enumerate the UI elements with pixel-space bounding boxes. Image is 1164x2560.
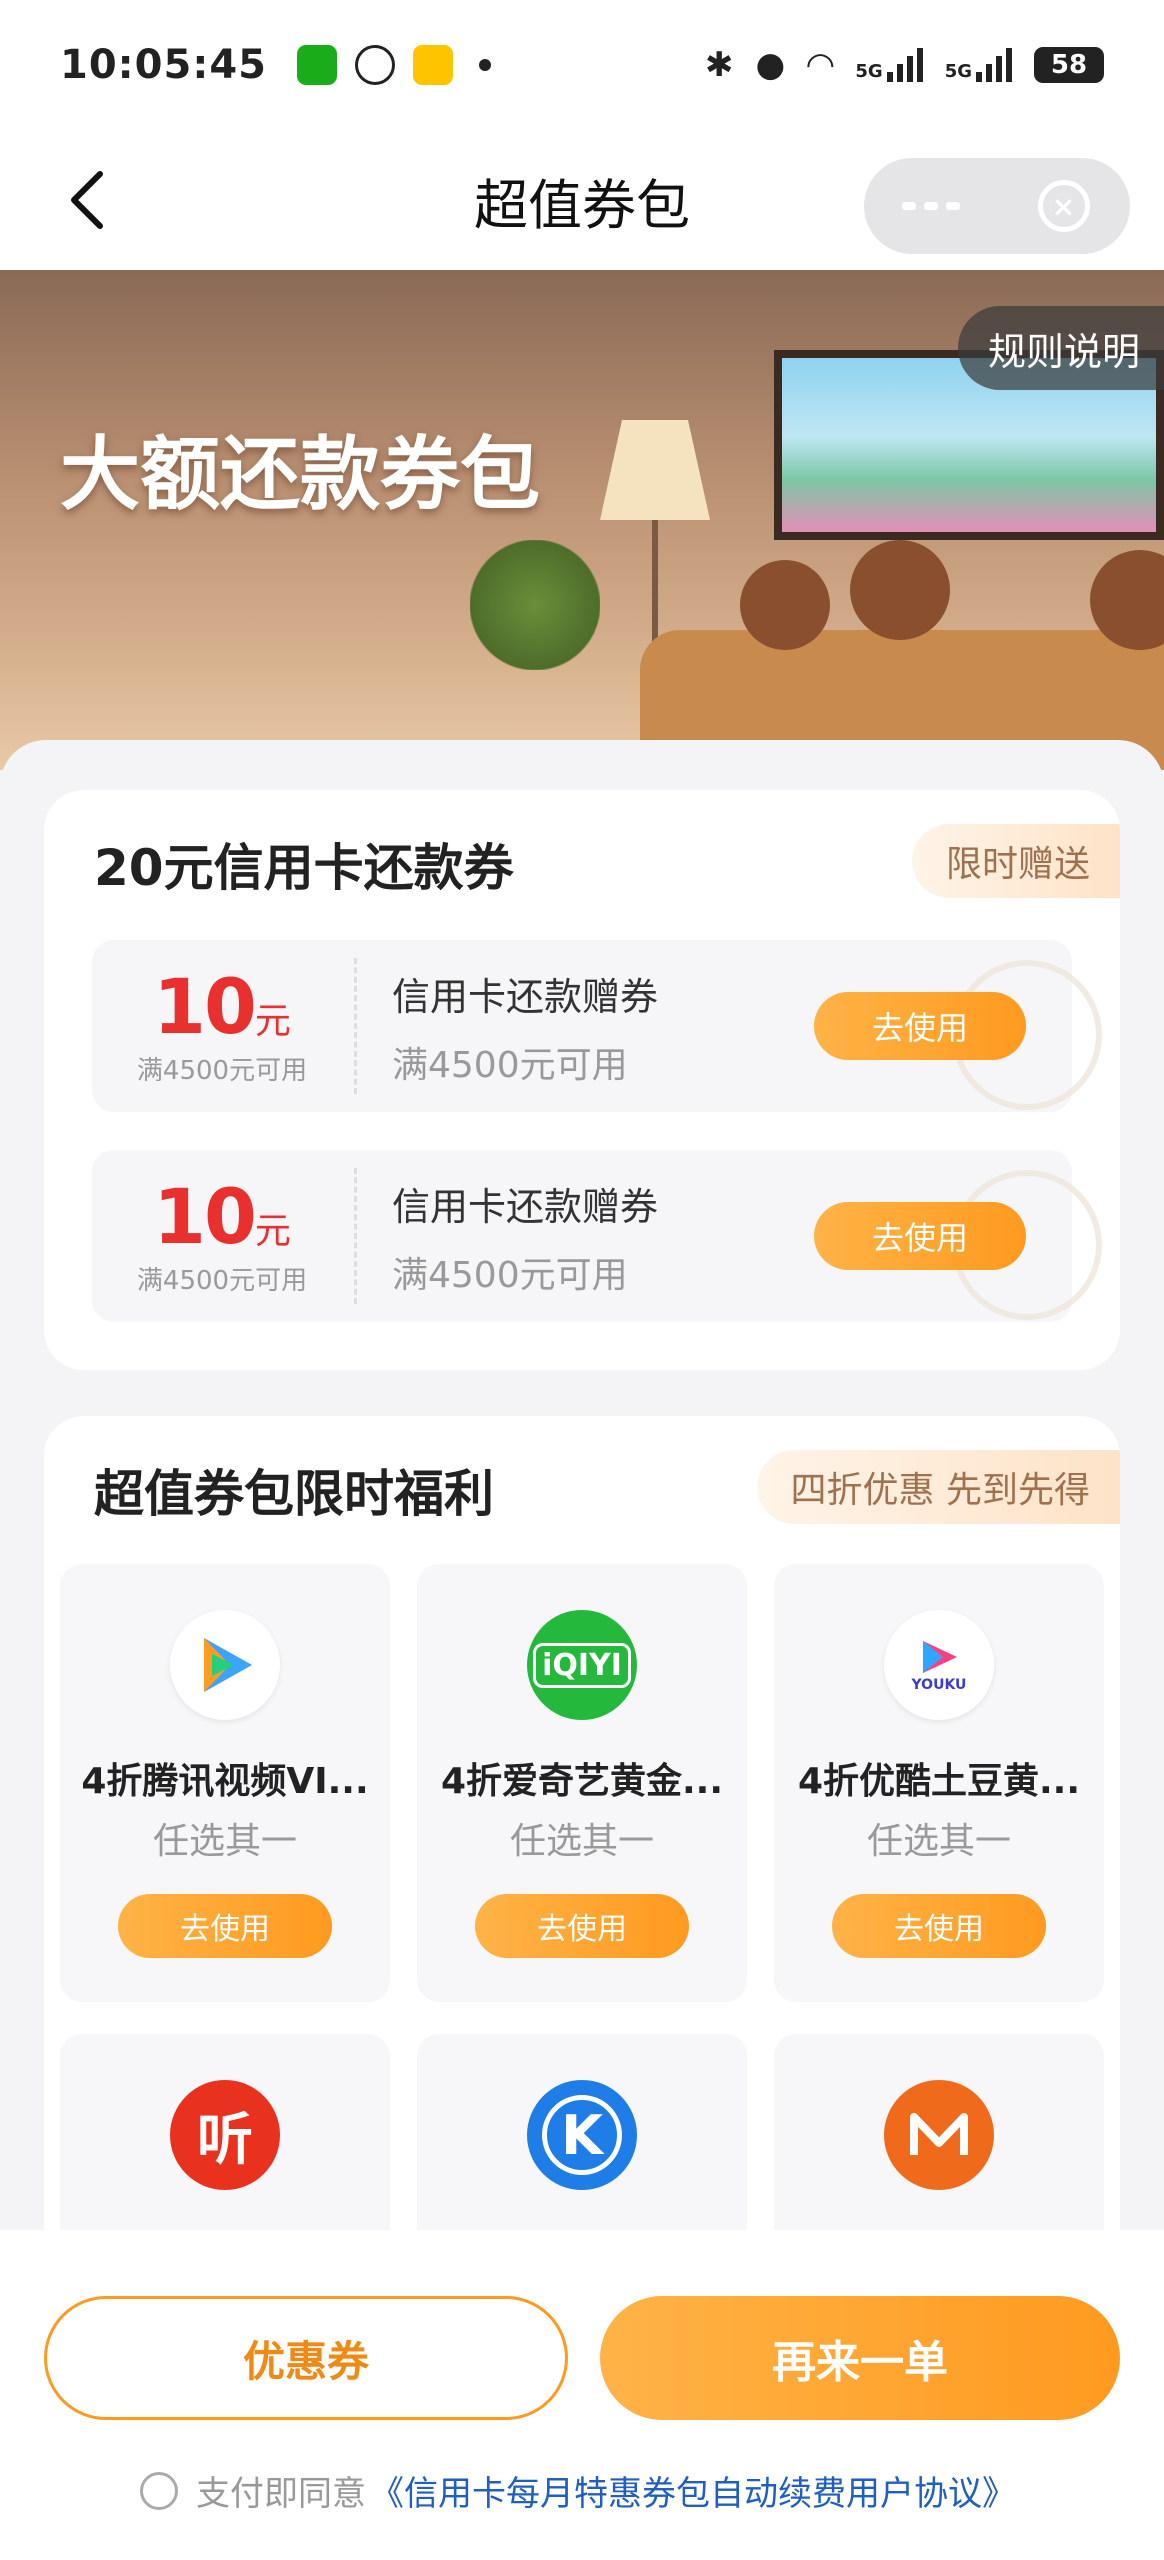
signal-icon: 5G (855, 48, 923, 82)
coupon-amount: 10元 (92, 962, 352, 1051)
benefit-name: 4折爱奇艺黄金... (440, 1761, 724, 1802)
wechat-icon (296, 45, 337, 85)
coupon-item: 10元 满4500元可用 信用卡还款赠券 满4500元可用 去使用 (92, 940, 1102, 1112)
benefit-item[interactable]: iQIYI 4折爱奇艺黄金... 任选其一 去使用 (417, 1564, 747, 2002)
agreement-prefix: 支付即同意 (196, 2474, 366, 2514)
rules-button[interactable]: 规则说明 (957, 306, 1164, 390)
benefit-item[interactable]: YOUKU 4折优酷土豆黄... 任选其一 去使用 (774, 1564, 1104, 2002)
coupon-min-spend: 满4500元可用 (136, 1056, 308, 1086)
app-notification-icon (412, 45, 453, 85)
more-button[interactable] (864, 202, 997, 210)
agreement-row: 支付即同意 《信用卡每月特惠券包自动续费用户协议》 (140, 2466, 1016, 2515)
banner-kid (740, 560, 830, 650)
benefit-name: 4折优酷土豆黄... (797, 1761, 1081, 1802)
page-title: 超值券包 (474, 173, 690, 237)
mini-program-capsule: × (864, 158, 1130, 254)
use-coupon-button[interactable]: 去使用 (814, 992, 1026, 1060)
benefit-item[interactable]: 听 4折喜马拉雅VI... (60, 2034, 390, 2250)
close-button[interactable]: × (997, 180, 1130, 232)
benefit-item[interactable]: K 4折酷狗音乐豪... (417, 2034, 747, 2250)
welfare-card: 超值券包限时福利 四折优惠 先到先得 4折腾讯视频VI... 任选其一 去使用 … (44, 1416, 1120, 2250)
coupon-condition: 满4500元可用 (392, 1045, 628, 1086)
youku-icon: YOUKU (884, 1610, 994, 1720)
benefit-name: 4折腾讯视频VI... (81, 1761, 369, 1802)
coupon-divider (354, 958, 357, 1094)
nav-bar: 超值券包 × (0, 130, 1164, 270)
welfare-card-title: 超值券包限时福利 (94, 1465, 494, 1523)
hero-banner: 大额还款券包 规则说明 (0, 270, 1164, 770)
content-area: 20元信用卡还款券 限时赠送 10元 满4500元可用 信用卡还款赠券 满450… (0, 740, 1164, 2250)
benefit-use-button[interactable]: 去使用 (832, 1894, 1046, 1958)
repay-card-title: 20元信用卡还款券 (94, 839, 514, 897)
close-icon: × (1037, 180, 1090, 232)
coupon-name: 信用卡还款赠券 (392, 1185, 659, 1229)
ximalaya-logo-text: 听 (197, 2107, 253, 2173)
benefit-use-button[interactable]: 去使用 (475, 1894, 689, 1958)
banner-lamp (600, 420, 710, 520)
coupon-amount: 10元 (92, 1172, 352, 1261)
coupon-divider (354, 1168, 357, 1304)
coupon-min-spend: 满4500元可用 (136, 1266, 308, 1296)
banner-title: 大额还款券包 (60, 428, 540, 521)
qq-icon (354, 45, 395, 85)
tencent-video-icon (170, 1610, 280, 1720)
coupon-condition: 满4500元可用 (392, 1255, 628, 1296)
coupon-item: 10元 满4500元可用 信用卡还款赠券 满4500元可用 去使用 (92, 1150, 1102, 1322)
bluetooth-icon: ✱ (705, 45, 734, 85)
iqiyi-icon: iQIYI (527, 1610, 637, 1720)
battery-icon: 58 (1034, 47, 1104, 83)
status-time: 10:05:45 (60, 42, 267, 88)
more-notifications-dot (478, 59, 491, 71)
benefit-sub: 任选其一 (866, 1821, 1011, 1862)
benefit-item[interactable]: 4折腾讯视频VI... 任选其一 去使用 (60, 1564, 390, 2002)
discount-tag: 四折优惠 先到先得 (756, 1450, 1120, 1524)
repay-coupon-card: 20元信用卡还款券 限时赠送 10元 满4500元可用 信用卡还款赠券 满450… (44, 790, 1120, 1370)
banner-kid (850, 540, 950, 640)
coupon-amount-value: 10 (153, 962, 257, 1051)
banner-plant (470, 540, 600, 670)
mgtv-icon (884, 2080, 994, 2190)
bottom-action-bar: 优惠券 再来一单 支付即同意 《信用卡每月特惠券包自动续费用户协议》 (0, 2230, 1164, 2560)
coupon-amount-unit: 元 (254, 1001, 291, 1042)
coupon-amount-value: 10 (153, 1172, 257, 1261)
ximalaya-icon: 听 (170, 2080, 280, 2190)
benefit-use-button[interactable]: 去使用 (118, 1894, 332, 1958)
youku-logo-text: YOUKU (911, 1677, 967, 1693)
coupon-amount-unit: 元 (254, 1211, 291, 1252)
kugou-logo-text: K (542, 2095, 622, 2175)
benefit-item[interactable]: 4折芒果TV... (774, 2034, 1104, 2250)
back-button[interactable] (60, 168, 120, 232)
agreement-checkbox[interactable] (140, 2471, 178, 2510)
benefit-sub: 任选其一 (509, 1821, 654, 1862)
location-icon: ● (755, 45, 786, 85)
coupon-name: 信用卡还款赠券 (392, 975, 659, 1019)
chevron-left-icon (71, 171, 103, 229)
coupon-button[interactable]: 优惠券 (44, 2296, 568, 2420)
network-label: 5G (855, 61, 883, 82)
agreement-link[interactable]: 《信用卡每月特惠券包自动续费用户协议》 (370, 2466, 1016, 2515)
use-coupon-button[interactable]: 去使用 (814, 1202, 1026, 1270)
notification-icons (296, 45, 491, 85)
wifi-icon: ◠ (807, 45, 834, 85)
order-again-button[interactable]: 再来一单 (600, 2296, 1120, 2420)
benefit-sub: 任选其一 (152, 1821, 297, 1862)
limited-gift-tag: 限时赠送 (911, 824, 1120, 898)
iqiyi-logo-text: iQIYI (533, 1642, 631, 1688)
kugou-icon: K (527, 2080, 637, 2190)
signal-icon-2: 5G (945, 48, 1012, 82)
status-bar: 10:05:45 ✱ ● ◠ 5G 5G 58 (0, 0, 1164, 130)
network-label-2: 5G (944, 61, 972, 82)
status-indicators: ✱ ● ◠ 5G 5G 58 (705, 45, 1104, 85)
